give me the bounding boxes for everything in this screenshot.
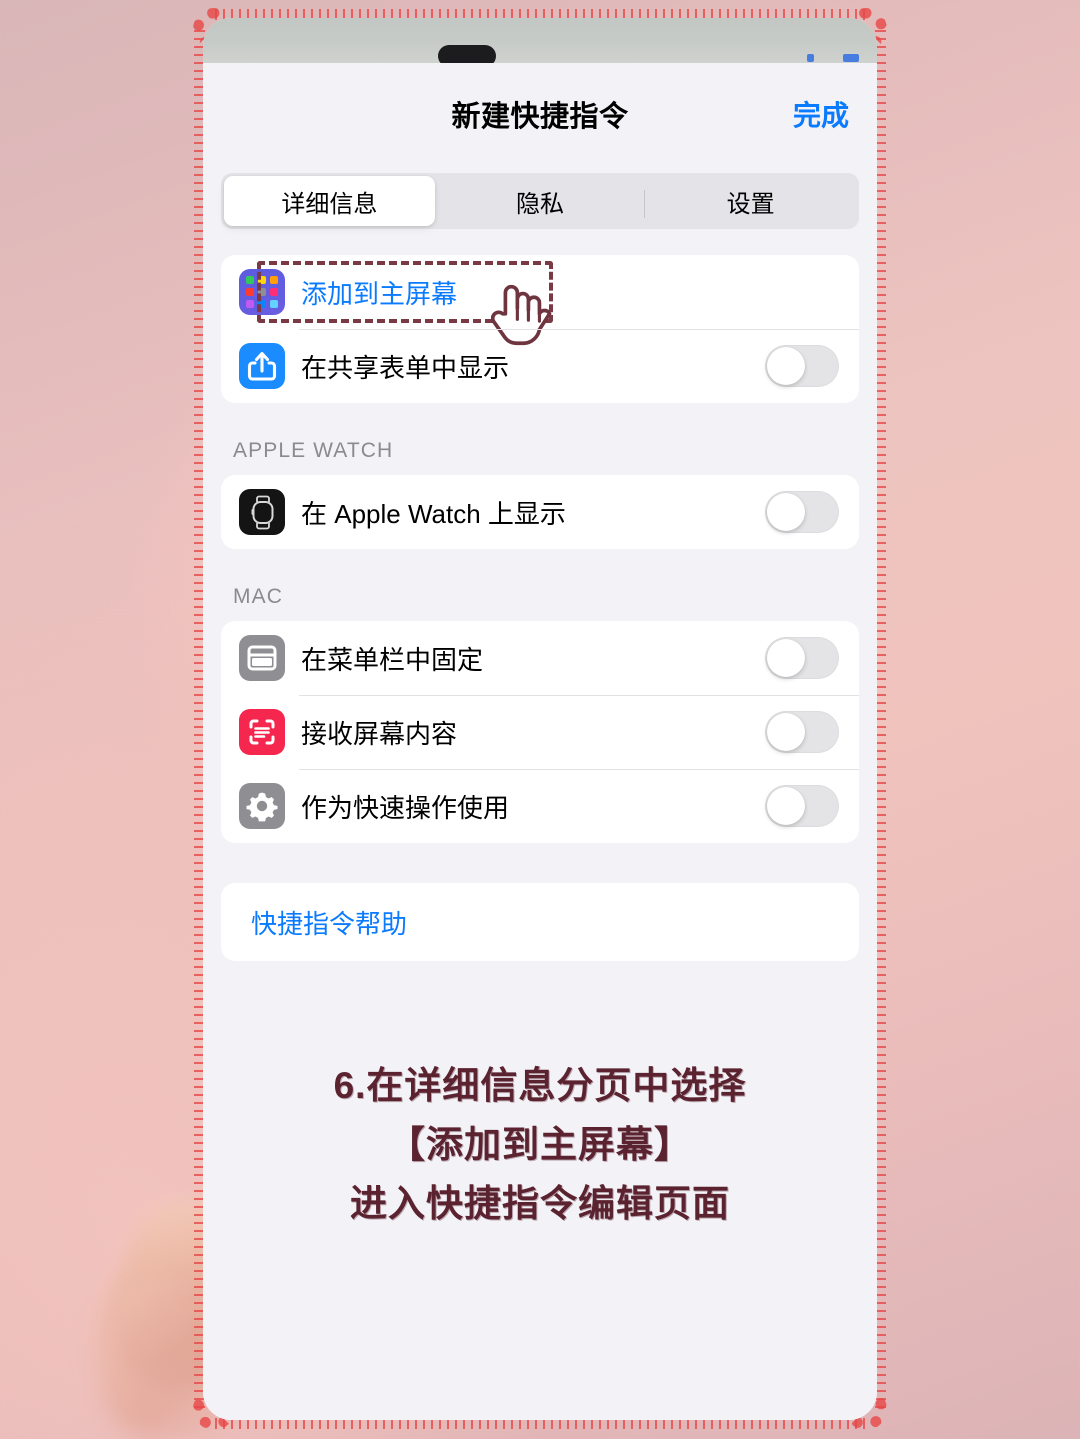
tab-settings[interactable]: 设置	[645, 176, 856, 226]
row-label-show-on-apple-watch: 在 Apple Watch 上显示	[301, 498, 566, 529]
background-blue-fragment	[843, 54, 859, 62]
row-show-on-apple-watch[interactable]: 在 Apple Watch 上显示	[221, 475, 859, 549]
toggle-use-as-quick-action[interactable]	[765, 785, 839, 827]
section-header-apple-watch: APPLE WATCH	[233, 439, 394, 462]
tab-privacy[interactable]: 隐私	[435, 176, 646, 226]
row-label-shortcuts-help: 快捷指令帮助	[251, 908, 408, 939]
caption-line-2: 【添加到主屏幕】	[388, 1124, 692, 1165]
done-button[interactable]: 完成	[793, 94, 849, 134]
toggle-pin-in-menu-bar[interactable]	[765, 637, 839, 679]
row-label-use-as-quick-action: 作为快速操作使用	[301, 792, 510, 823]
apple-watch-icon	[239, 489, 285, 535]
menu-bar-icon	[239, 635, 285, 681]
row-label-add-to-home-screen: 添加到主屏幕	[301, 278, 458, 309]
tab-details[interactable]: 详细信息	[224, 176, 435, 226]
section-header-mac: MAC	[233, 585, 283, 608]
tab-settings-label: 设置	[726, 190, 775, 218]
instruction-caption: 6.在详细信息分页中选择 【添加到主屏幕】 进入快捷指令编辑页面	[203, 1056, 877, 1233]
row-show-in-share-sheet[interactable]: 在共享表单中显示	[221, 329, 859, 403]
caption-line-3: 进入快捷指令编辑页面	[350, 1183, 730, 1224]
background-blue-fragment	[807, 54, 814, 62]
settings-group-apple-watch: 在 Apple Watch 上显示	[221, 475, 859, 549]
row-pin-in-menu-bar[interactable]: 在菜单栏中固定	[221, 621, 859, 695]
toggle-show-on-apple-watch[interactable]	[765, 491, 839, 533]
row-shortcuts-help[interactable]: 快捷指令帮助	[221, 883, 859, 961]
row-receive-screen-content[interactable]: 接收屏幕内容	[221, 695, 859, 769]
row-label-pin-in-menu-bar: 在菜单栏中固定	[301, 644, 484, 675]
navigation-bar: 新建快捷指令 完成	[203, 63, 877, 167]
background-app-strip	[203, 18, 877, 67]
receive-screen-content-icon	[239, 709, 285, 755]
settings-group-help: 快捷指令帮助	[221, 883, 859, 961]
settings-group-mac: 在菜单栏中固定 接收屏幕内容 作为快速操作使用	[221, 621, 859, 843]
gear-icon	[239, 783, 285, 829]
segmented-control[interactable]: 详细信息 隐私 设置	[221, 173, 859, 229]
toggle-show-in-share-sheet[interactable]	[765, 345, 839, 387]
phone-screenshot: 新建快捷指令 完成 详细信息 隐私 设置 添加到主屏幕 在共享表单中显示 APP…	[203, 18, 877, 1420]
caption-line-1: 6.在详细信息分页中选择	[333, 1065, 747, 1106]
row-label-show-in-share-sheet: 在共享表单中显示	[301, 352, 510, 383]
tab-details-label: 详细信息	[281, 190, 378, 218]
grid-glyph	[246, 276, 278, 308]
settings-group-general: 添加到主屏幕 在共享表单中显示	[221, 255, 859, 403]
share-sheet-icon	[239, 343, 285, 389]
row-add-to-home-screen[interactable]: 添加到主屏幕	[221, 255, 859, 346]
row-label-receive-screen-content: 接收屏幕内容	[301, 718, 458, 749]
row-use-as-quick-action[interactable]: 作为快速操作使用	[221, 769, 859, 843]
home-screen-grid-icon	[239, 269, 285, 315]
page-title: 新建快捷指令	[451, 101, 629, 133]
toggle-receive-screen-content[interactable]	[765, 711, 839, 753]
tab-privacy-label: 隐私	[516, 190, 564, 218]
